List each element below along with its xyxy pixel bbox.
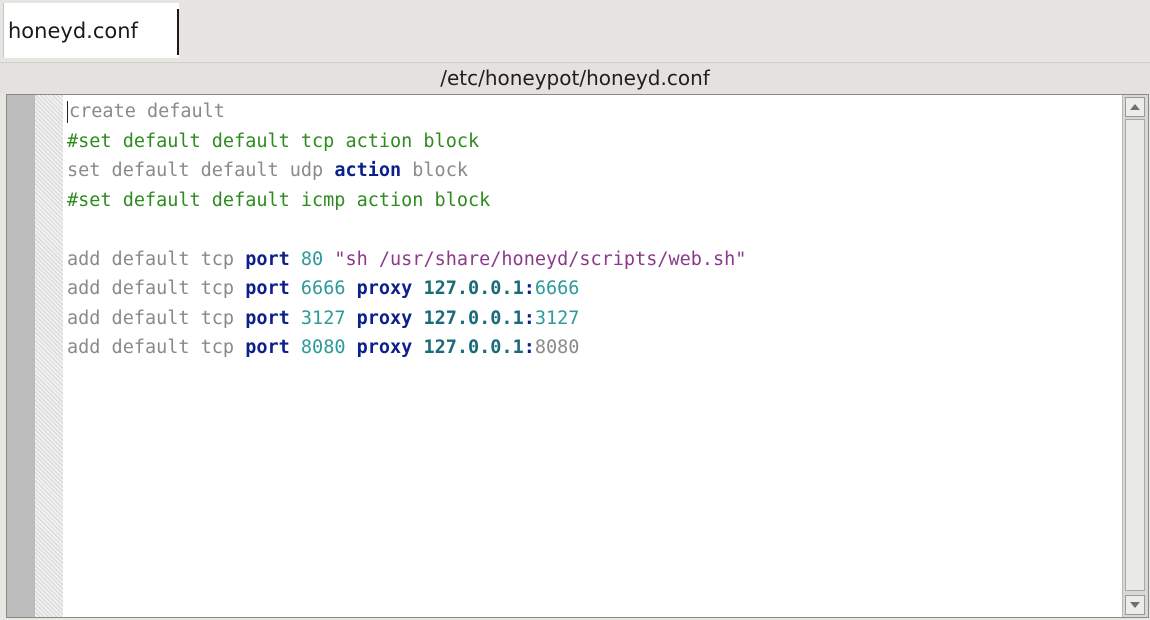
- code-token-keyword: action: [334, 160, 402, 181]
- vertical-scrollbar[interactable]: [1122, 95, 1148, 617]
- arrow-down-icon: [1130, 602, 1140, 608]
- code-token-keyword: port: [245, 278, 290, 299]
- scroll-thumb[interactable]: [1125, 119, 1145, 591]
- code-token-keyword: port: [245, 337, 290, 358]
- code-line[interactable]: add default tcp port 3127 proxy 127.0.0.…: [67, 304, 1117, 334]
- scroll-up-button[interactable]: [1125, 97, 1145, 117]
- tab-label: honeyd.conf: [8, 19, 138, 43]
- code-token-string: "sh /usr/share/honeyd/scripts/web.sh": [334, 248, 747, 270]
- code-token-number: 3127: [534, 307, 580, 329]
- code-line[interactable]: #set default default tcp action block: [67, 127, 1117, 157]
- code-token-ip: 127.0.0.1: [423, 337, 524, 358]
- text-caret: [67, 101, 68, 123]
- code-token-keyword: proxy: [356, 307, 413, 329]
- tab-bar: honeyd.conf: [0, 0, 1150, 62]
- code-line[interactable]: add default tcp port 8080 proxy 127.0.0.…: [67, 333, 1117, 363]
- code-token-keyword: port: [245, 248, 290, 270]
- code-token-colon: :: [523, 307, 535, 329]
- code-line[interactable]: set default default udp action block: [67, 156, 1117, 186]
- code-token-number: 6666: [300, 278, 346, 299]
- code-token-number: 3127: [300, 307, 346, 329]
- code-token-plain: 8080: [534, 337, 580, 358]
- code-token-plain: add default tcp: [67, 337, 246, 358]
- code-token-plain: block: [401, 160, 468, 181]
- code-token-number: 6666: [534, 278, 580, 299]
- code-token-ip: 127.0.0.1: [423, 278, 524, 299]
- code-token-keyword: port: [245, 307, 290, 329]
- code-token-plain: create default: [69, 101, 225, 122]
- code-token-colon: :: [523, 278, 535, 299]
- code-token-keyword: proxy: [356, 278, 413, 299]
- file-path-label: /etc/honeypot/honeyd.conf: [440, 66, 710, 90]
- code-token-colon: :: [523, 337, 535, 358]
- code-line[interactable]: add default tcp port 6666 proxy 127.0.0.…: [67, 274, 1117, 304]
- tab-honeyd-conf[interactable]: honeyd.conf: [3, 3, 179, 58]
- line-gutter: [7, 95, 35, 617]
- code-token-plain: add default tcp: [67, 307, 246, 329]
- code-text-area[interactable]: create default #set default default tcp a…: [67, 97, 1117, 612]
- code-token-keyword: proxy: [356, 337, 413, 358]
- code-token-comment: #set default default tcp action block: [67, 130, 480, 152]
- code-token-number: 8080: [300, 337, 346, 358]
- code-token-ip: 127.0.0.1: [423, 307, 524, 329]
- tab-separator: [177, 9, 179, 55]
- code-line[interactable]: #set default default icmp action block: [67, 186, 1117, 216]
- code-token-number: 80: [300, 248, 324, 270]
- code-token-comment: #set default default icmp action block: [67, 189, 491, 211]
- code-token-plain: add default tcp: [67, 248, 246, 270]
- code-editor[interactable]: create default #set default default tcp a…: [6, 94, 1149, 618]
- arrow-up-icon: [1130, 104, 1140, 110]
- code-line[interactable]: create default: [67, 97, 1117, 127]
- scroll-down-button[interactable]: [1125, 595, 1145, 615]
- code-line[interactable]: add default tcp port 80 "sh /usr/share/h…: [67, 245, 1117, 275]
- editor-window: honeyd.conf /etc/honeypot/honeyd.conf cr…: [0, 0, 1150, 620]
- fold-margin: [35, 95, 63, 617]
- file-path-header: /etc/honeypot/honeyd.conf: [0, 62, 1150, 94]
- code-token-plain: add default tcp: [67, 278, 246, 299]
- code-line[interactable]: [67, 215, 1117, 245]
- code-token-plain: set default default udp: [67, 160, 335, 181]
